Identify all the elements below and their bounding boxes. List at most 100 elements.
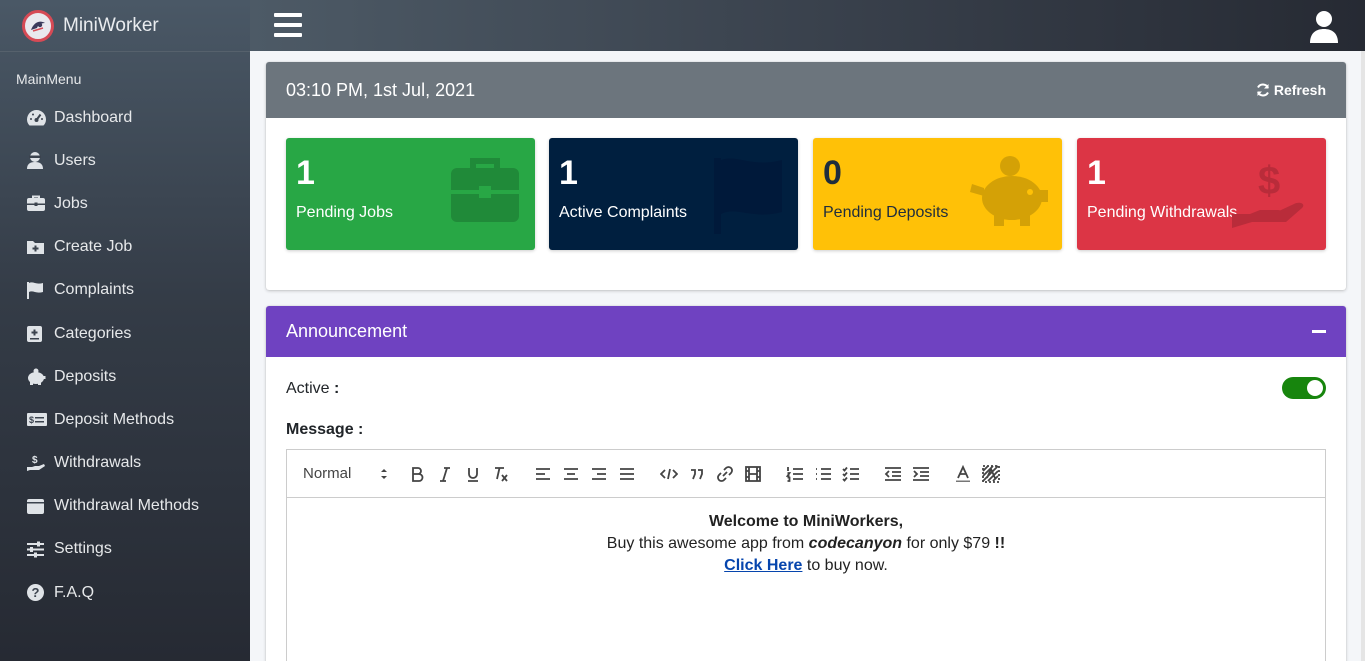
sidebar-item-users[interactable]: Users [0,139,250,182]
stat-label: Pending Deposits [823,204,949,221]
announcement-card-header: Announcement [266,306,1346,357]
outdent-button[interactable] [879,462,907,486]
sidebar-item-deposit-methods[interactable]: $ Deposit Methods [0,398,250,441]
sidebar-item-label: Withdrawal Methods [54,497,199,515]
align-center-icon [564,467,578,480]
svg-text:$: $ [29,415,34,425]
plus-square-icon [26,324,48,344]
indent-icon [913,466,929,481]
user-account-icon[interactable] [1309,10,1339,43]
indent-button[interactable] [907,462,935,486]
sidebar-item-label: Deposits [54,367,117,385]
line2-emphasis: codecanyon [808,535,903,552]
stat-value: 0 [823,154,842,192]
editor-toolbar: Normal [287,450,1325,498]
sidebar-item-label: Settings [54,540,112,558]
svg-text:$: $ [32,455,38,466]
code-icon [660,468,678,479]
dashboard-icon [26,108,48,128]
stat-box-pending-deposits[interactable]: 0 Pending Deposits [813,138,1062,250]
message-line-3: Click Here to buy now. [287,555,1325,577]
clear-format-button[interactable] [487,462,515,486]
piggy-bank-icon [970,156,1048,226]
overview-card-header: 03:10 PM, 1st Jul, 2021 Refresh [266,62,1346,118]
stat-value: 1 [559,154,578,192]
editor-content[interactable]: Welcome to MiniWorkers, Buy this awesome… [287,498,1325,577]
menu-toggle-button[interactable] [274,13,302,39]
sidebar: MiniWorker MainMenu Dashboard Users Jobs… [0,0,250,661]
background-color-icon [982,464,1000,483]
stat-box-pending-jobs[interactable]: 1 Pending Jobs [286,138,535,250]
sidebar-item-categories[interactable]: Categories [0,312,250,355]
sidebar-item-deposits[interactable]: Deposits [0,355,250,398]
line3-suffix: to buy now. [802,557,888,574]
link-icon [717,465,733,482]
flag-icon [26,280,48,300]
sidebar-item-label: Jobs [54,194,88,212]
sidebar-item-faq[interactable]: ? F.A.Q [0,571,250,614]
sidebar-item-dashboard[interactable]: Dashboard [0,96,250,139]
background-color-button[interactable] [977,462,1005,486]
hand-dollar-icon: $ [26,453,48,473]
sliders-icon [26,539,48,559]
overview-card: 03:10 PM, 1st Jul, 2021 Refresh 1 Pendin… [266,62,1346,290]
refresh-icon [1256,83,1269,97]
link-button[interactable] [711,462,739,486]
quote-icon [691,468,703,479]
video-button[interactable] [739,462,767,486]
sidebar-item-withdrawal-methods[interactable]: Withdrawal Methods [0,485,250,528]
format-select[interactable]: Normal [303,462,389,486]
sidebar-item-settings[interactable]: Settings [0,528,250,571]
sidebar-item-create-job[interactable]: Create Job [0,226,250,269]
topbar [250,0,1365,51]
align-right-button[interactable] [585,462,613,486]
stat-label: Pending Withdrawals [1087,204,1238,221]
stat-value: 1 [296,154,315,192]
align-left-icon [536,467,550,480]
ordered-list-button[interactable] [781,462,809,486]
checklist-icon [842,466,859,482]
welcome-text: Welcome to MiniWorkers, [708,513,904,530]
sidebar-item-complaints[interactable]: Complaints [0,269,250,312]
buy-link[interactable]: Click Here [724,557,802,574]
align-left-button[interactable] [529,462,557,486]
announcement-title: Announcement [286,321,408,341]
blockquote-button[interactable] [683,462,711,486]
bullet-list-icon [816,467,831,480]
video-icon [745,465,761,482]
line2-bang: !! [994,535,1006,552]
brand-name: MiniWorker [63,14,159,36]
underline-button[interactable] [459,462,487,486]
sidebar-item-withdrawals[interactable]: $ Withdrawals [0,442,250,485]
message-label: Message : [286,421,364,438]
wallet-icon [26,496,48,516]
folder-plus-icon [26,237,48,257]
format-select-value: Normal [303,465,352,482]
active-toggle[interactable] [1282,377,1326,399]
line2-prefix: Buy this awesome app from [606,535,809,552]
text-color-button[interactable] [949,462,977,486]
hand-dollar-icon: $ [1232,159,1304,228]
stat-box-active-complaints[interactable]: 1 Active Complaints [549,138,798,250]
bold-button[interactable] [403,462,431,486]
bullet-list-button[interactable] [809,462,837,486]
italic-button[interactable] [431,462,459,486]
align-center-button[interactable] [557,462,585,486]
stat-value: 1 [1087,154,1106,192]
sidebar-item-jobs[interactable]: Jobs [0,182,250,225]
collapse-button[interactable] [1312,330,1326,333]
user-icon [26,151,48,171]
message-line-2: Buy this awesome app from codecanyon for… [287,533,1325,555]
brand[interactable]: MiniWorker [0,0,250,52]
announcement-card: Announcement Active : Message : Normal W… [266,306,1346,661]
sidebar-item-label: Categories [54,324,132,342]
align-justify-button[interactable] [613,462,641,486]
refresh-button[interactable]: Refresh [1256,82,1326,98]
sidebar-item-label: F.A.Q [54,583,95,601]
checklist-button[interactable] [837,462,865,486]
stat-box-pending-withdrawals[interactable]: 1 Pending Withdrawals $ [1077,138,1326,250]
scrollbar[interactable] [1361,51,1365,661]
hamburger-bar [274,13,302,17]
hamburger-bar [274,33,302,37]
code-button[interactable] [655,462,683,486]
